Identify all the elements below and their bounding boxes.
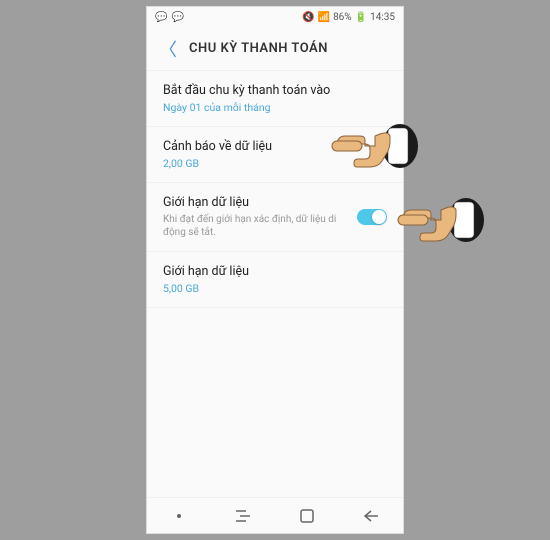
back-button[interactable]: 〈 [159, 36, 177, 62]
recents-button[interactable] [234, 507, 252, 525]
home-button[interactable] [298, 507, 316, 525]
battery-icon: 🔋 [355, 12, 367, 23]
header: 〈 CHU KỲ THANH TOÁN [147, 27, 403, 71]
signal-icon: 📶 [318, 12, 330, 23]
time-text: 14:35 [370, 12, 395, 23]
data-limit-toggle-item: Giới hạn dữ liệu Khi đạt đến giới hạn xá… [147, 183, 403, 252]
setting-description: Khi đạt đến giới hạn xác định, dữ liệu d… [163, 213, 349, 239]
page-title: CHU KỲ THANH TOÁN [189, 41, 328, 56]
battery-text: 86% [333, 12, 352, 23]
setting-subtitle: 5,00 GB [163, 282, 387, 295]
phone-screen: 💬 💬 🔇 📶 86% 🔋 14:35 〈 CHU KỲ THANH TOÁN … [146, 6, 404, 534]
menu-dot-icon[interactable] [170, 507, 188, 525]
status-bar: 💬 💬 🔇 📶 86% 🔋 14:35 [147, 7, 403, 27]
setting-title: Giới hạn dữ liệu [163, 264, 387, 279]
setting-subtitle: Ngày 01 của mỗi tháng [163, 101, 387, 114]
chat-icon: 💬 [155, 12, 167, 23]
data-limit-toggle[interactable] [357, 209, 387, 225]
status-left: 💬 💬 [155, 12, 184, 23]
pointing-hand-icon [396, 190, 486, 254]
setting-title: Bắt đầu chu kỳ thanh toán vào [163, 83, 387, 98]
pointing-hand-icon [330, 116, 420, 180]
status-right: 🔇 📶 86% 🔋 14:35 [302, 12, 395, 23]
data-limit-value-item[interactable]: Giới hạn dữ liệu 5,00 GB [147, 252, 403, 308]
message-icon: 💬 [171, 12, 183, 23]
back-nav-button[interactable] [362, 507, 380, 525]
mute-icon: 🔇 [302, 12, 314, 23]
setting-title: Giới hạn dữ liệu [163, 195, 349, 210]
navigation-bar [147, 497, 403, 533]
